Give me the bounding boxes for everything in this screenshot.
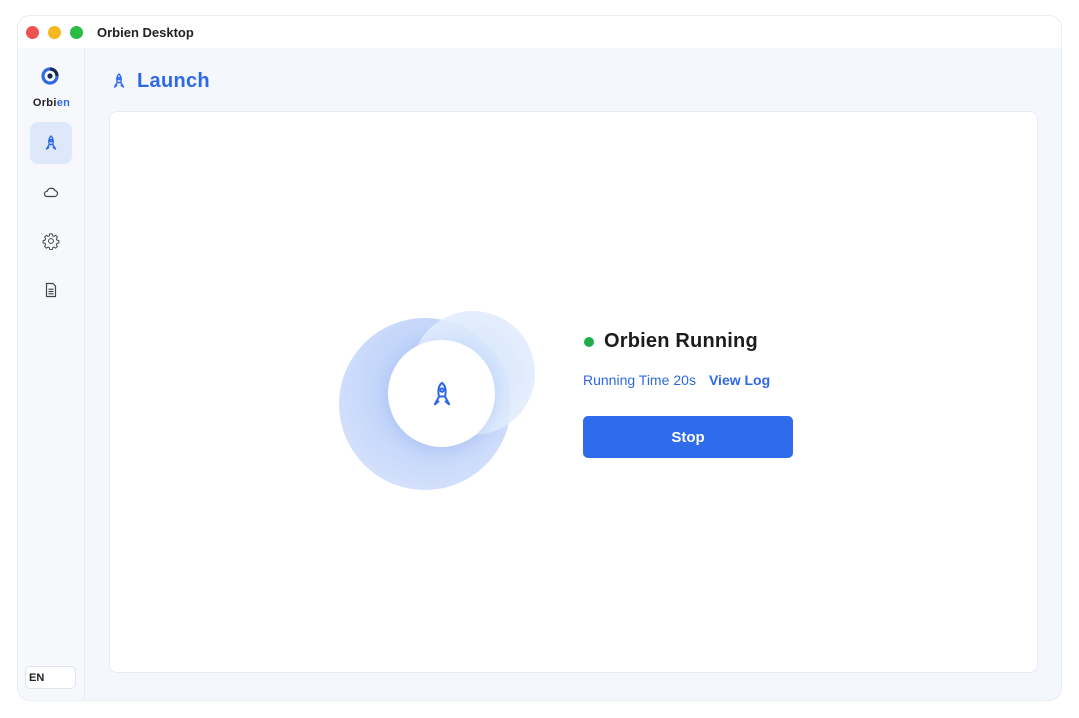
rocket-icon (45, 135, 57, 150)
status-indicator-dot (584, 336, 594, 347)
title-bar: Orbien Desktop (18, 16, 1061, 48)
brand-name-prefix: Orbi (32, 97, 57, 109)
window-title: Orbien Desktop (97, 25, 194, 40)
launch-panel: Orbien Running Running Time 20s View Log… (109, 111, 1038, 673)
sidebar-item-documents[interactable] (30, 269, 72, 311)
page-title: Launch (137, 69, 210, 92)
sidebar-item-cloud[interactable] (30, 171, 72, 213)
running-time-label: Running Time (583, 372, 670, 388)
view-log-link[interactable]: View Log (709, 372, 770, 388)
brand-name: Orbien (18, 97, 85, 109)
rocket-icon (433, 381, 450, 405)
stop-button[interactable]: Stop (583, 416, 793, 458)
sidebar: Orbien EN (18, 48, 85, 700)
orbien-logo-icon (41, 67, 59, 85)
page-header: Launch (110, 68, 210, 94)
brand-name-accent: en (56, 97, 71, 109)
status-row: Orbien Running (584, 330, 758, 353)
app-window: Orbien Desktop Orbien EN Launch Orbien R… (18, 16, 1061, 700)
gear-icon (42, 233, 60, 250)
cloud-icon (43, 187, 59, 198)
status-orb-core (388, 340, 495, 447)
language-selector[interactable]: EN (25, 666, 76, 689)
status-text: Orbien Running (604, 330, 758, 352)
document-icon (45, 282, 57, 298)
runtime-row: Running Time 20s View Log (583, 372, 770, 388)
maximize-window-button[interactable] (70, 26, 83, 39)
sidebar-item-settings[interactable] (30, 220, 72, 262)
running-time-value: 20s (673, 372, 696, 388)
close-window-button[interactable] (26, 26, 39, 39)
sidebar-item-launch[interactable] (30, 122, 72, 164)
rocket-icon (113, 73, 125, 88)
minimize-window-button[interactable] (48, 26, 61, 39)
